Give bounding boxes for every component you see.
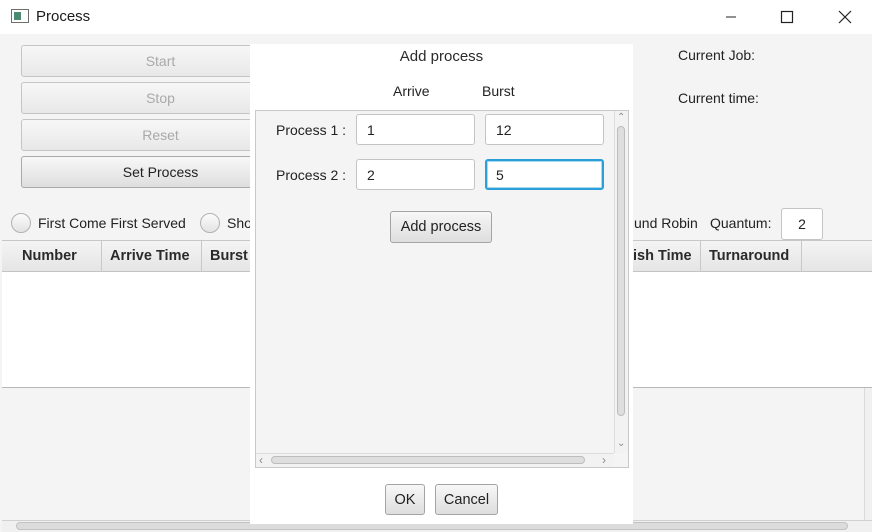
quantum-input[interactable]: 2 xyxy=(781,208,823,240)
scroll-down-icon[interactable]: ⌄ xyxy=(617,439,625,449)
minimize-icon[interactable] xyxy=(702,0,760,34)
process-1-label: Process 1 : xyxy=(276,122,347,138)
process-scroll-pane[interactable]: Process 1 : 1 12 Process 2 : 2 5 Add pro… xyxy=(255,110,629,468)
process-1-burst-field[interactable]: 12 xyxy=(485,114,604,145)
scroll-left-icon[interactable]: ‹ xyxy=(259,454,263,466)
shortest-job-radio[interactable] xyxy=(200,213,220,233)
app-icon xyxy=(11,9,29,23)
column-number[interactable]: Number xyxy=(2,241,102,272)
column-arrive-time[interactable]: Arrive Time xyxy=(102,241,202,272)
process-2-burst-field[interactable]: 5 xyxy=(485,159,604,190)
dialog-title: Add process xyxy=(399,48,484,65)
add-process-dialog: Add process Arrive Burst Process 1 : 1 1… xyxy=(250,44,633,524)
close-icon[interactable] xyxy=(816,0,872,34)
fcfs-radio[interactable] xyxy=(11,213,31,233)
output-vertical-scrollbar[interactable] xyxy=(864,388,872,520)
arrive-column-header: Arrive xyxy=(393,83,430,99)
maximize-icon[interactable] xyxy=(758,0,816,34)
title-bar: Process xyxy=(0,0,872,34)
pane-horizontal-scroll-thumb[interactable] xyxy=(271,456,585,464)
process-1-arrive-field[interactable]: 1 xyxy=(356,114,475,145)
process-2-arrive-field[interactable]: 2 xyxy=(356,159,475,190)
ok-button[interactable]: OK xyxy=(385,484,425,515)
pane-vertical-scroll-thumb[interactable] xyxy=(617,126,625,416)
fcfs-label: First Come First Served xyxy=(38,215,186,231)
column-burst[interactable]: Burst xyxy=(202,241,252,272)
round-robin-label: und Robin xyxy=(634,215,698,231)
add-process-button[interactable]: Add process xyxy=(390,211,492,243)
pane-vertical-scrollbar[interactable]: ⌃ ⌄ xyxy=(614,111,628,453)
quantum-label: Quantum: xyxy=(710,215,772,231)
current-time-label: Current time: xyxy=(678,90,759,106)
shortest-job-label: Sho xyxy=(227,215,252,231)
scroll-up-icon[interactable]: ⌃ xyxy=(617,113,625,123)
current-job-label: Current Job: xyxy=(678,47,756,63)
column-finish-time[interactable]: ish Time xyxy=(633,241,701,272)
column-turnaround[interactable]: Turnaround xyxy=(701,241,802,272)
process-2-label: Process 2 : xyxy=(276,167,347,183)
cancel-button[interactable]: Cancel xyxy=(435,484,498,515)
scroll-right-icon[interactable]: › xyxy=(602,454,606,466)
window-title: Process xyxy=(36,8,91,25)
pane-horizontal-scrollbar[interactable]: ‹ › xyxy=(256,453,614,467)
burst-column-header: Burst xyxy=(482,83,515,99)
